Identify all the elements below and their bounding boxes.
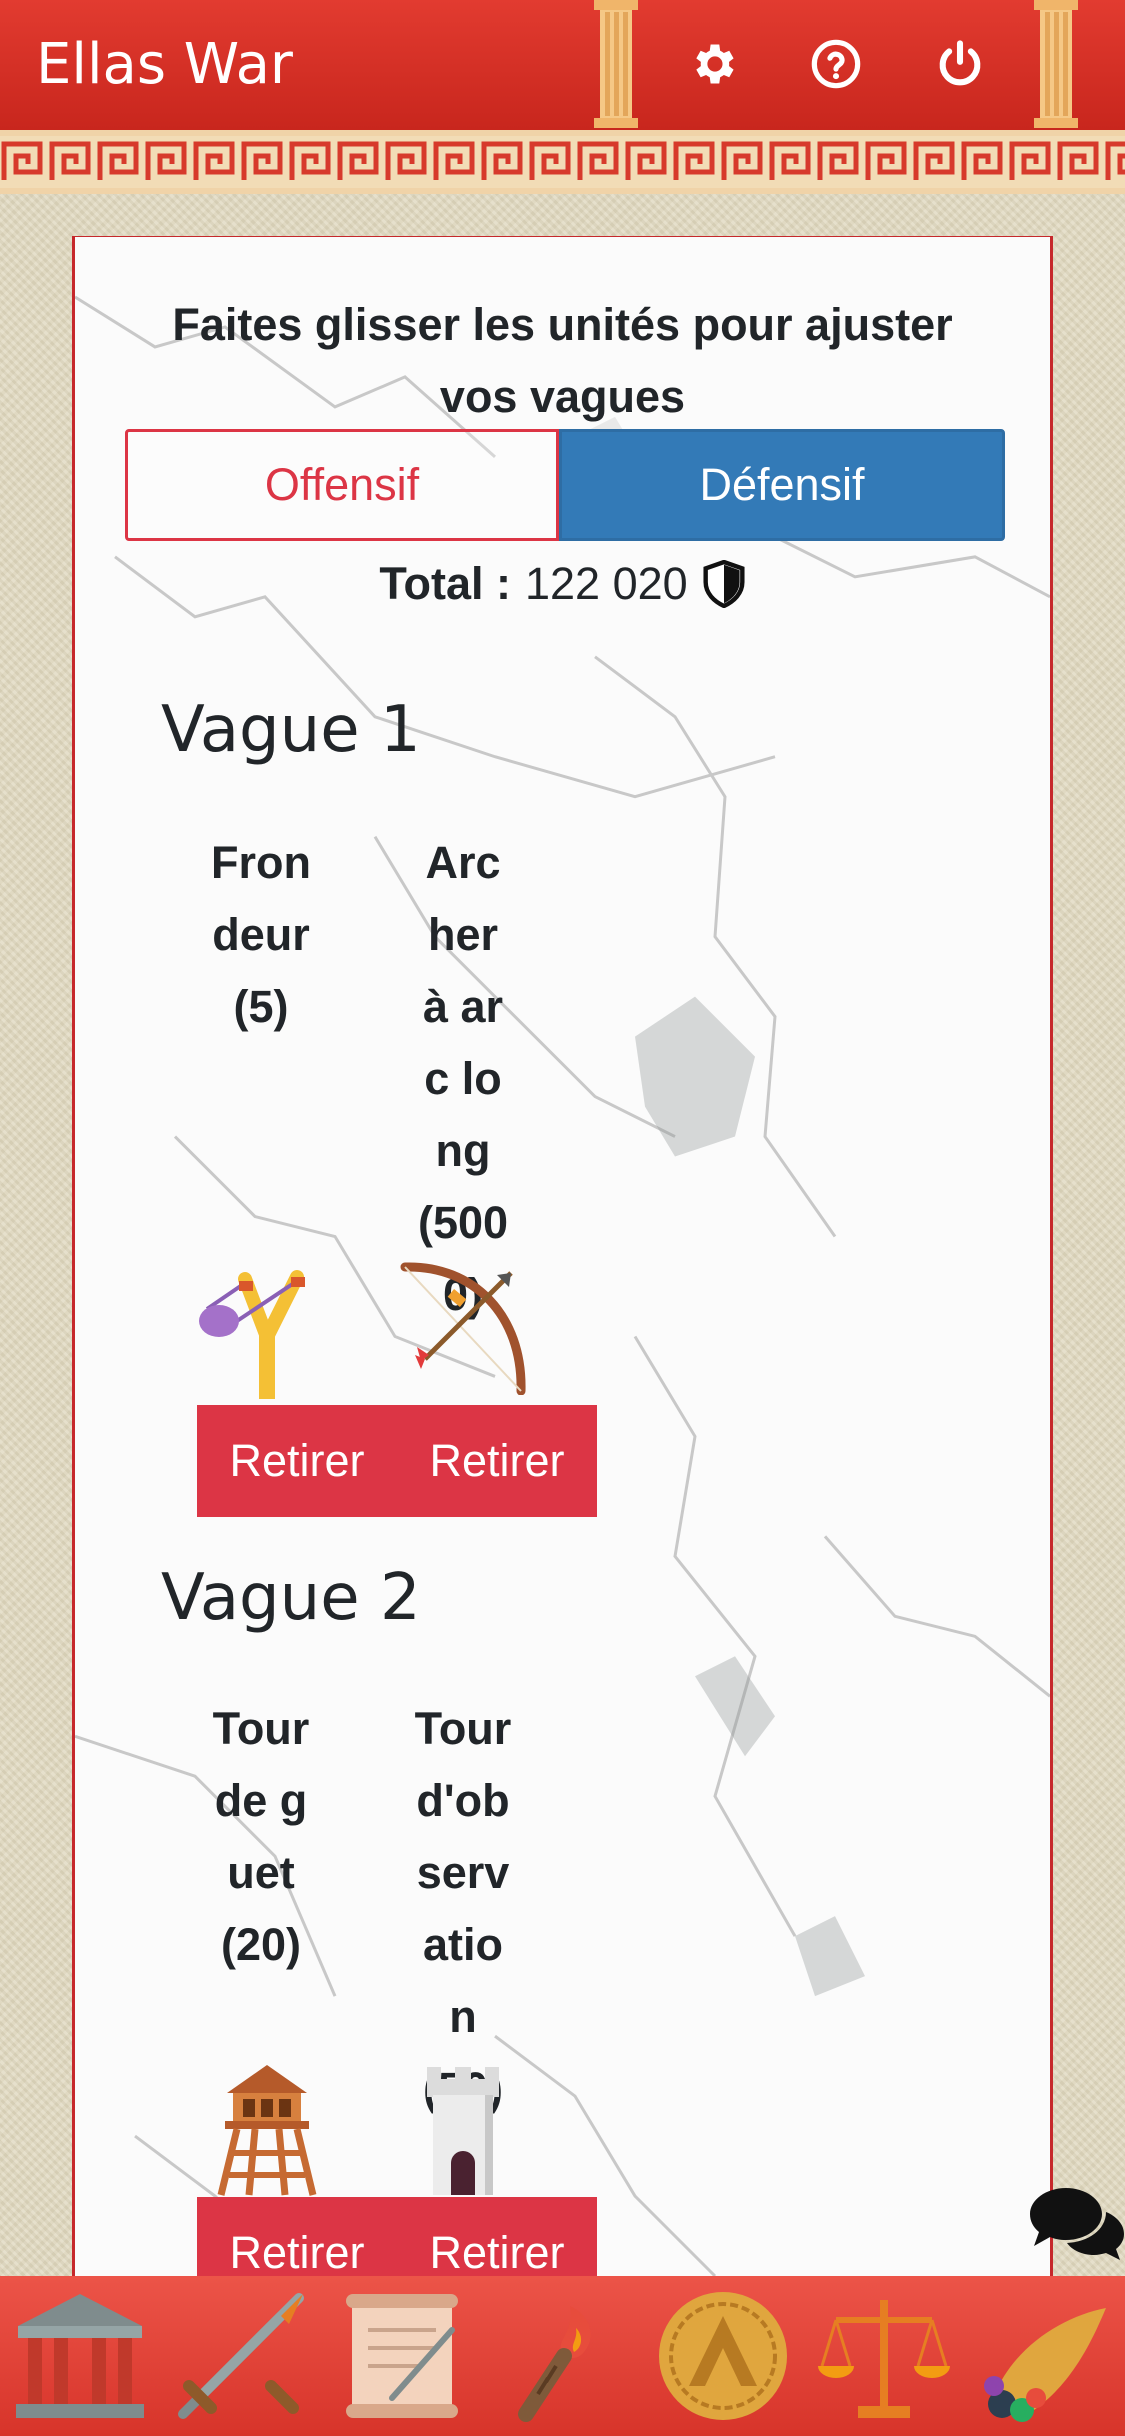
unit-count: (20) [220, 1919, 302, 1970]
nav-trade[interactable] [803, 2276, 964, 2436]
app-title: Ellas War [36, 32, 293, 97]
scales-icon [817, 2300, 950, 2418]
watchtower-icon [217, 2065, 317, 2196]
unit-name: Frondeur (5) [161, 827, 361, 1043]
bottom-navigation [0, 2276, 1125, 2436]
crossed-swords-icon [178, 2293, 305, 2419]
wave-title: Vague 2 [161, 1561, 421, 1635]
unit-name-label: Tour d'observation [414, 1703, 512, 2042]
help-circle-icon [811, 39, 861, 89]
defensive-button[interactable]: Défensif [559, 429, 1005, 541]
remove-unit-button[interactable]: Retirer [397, 2197, 597, 2276]
longbow-icon [400, 1262, 526, 1395]
unit-card[interactable]: Frondeur (5) [161, 827, 361, 1043]
nav-army[interactable] [161, 2276, 322, 2436]
spartan-shield-icon [659, 2292, 788, 2420]
unit-count: (5) [233, 981, 289, 1032]
nav-heroes[interactable] [482, 2276, 643, 2436]
total-summary: Total : 122 020 [75, 549, 1050, 619]
wave-panel: Faites glisser les unités pour ajuster v… [72, 236, 1053, 2276]
help-button[interactable] [806, 34, 866, 94]
wave-title: Vague 1 [161, 693, 421, 767]
nav-resources[interactable] [964, 2276, 1125, 2436]
logout-button[interactable] [930, 34, 990, 94]
chat-button[interactable] [1026, 2182, 1125, 2262]
instructions-text: Faites glisser les unités pour ajuster v… [172, 299, 953, 422]
unit-name-label: Archer à arc long [422, 837, 504, 1176]
scroll-quill-icon [345, 2294, 458, 2418]
offensive-button[interactable]: Offensif [125, 429, 559, 541]
cornucopia-icon [984, 2308, 1107, 2422]
nav-city[interactable] [0, 2276, 161, 2436]
remove-unit-button[interactable]: Retirer [397, 1405, 597, 1517]
unit-name-label: Tour de guet [212, 1703, 310, 1898]
nav-alliance[interactable] [643, 2276, 804, 2436]
total-value: 122 020 [524, 558, 688, 609]
app-header: Ellas War [0, 0, 1125, 130]
nav-messages[interactable] [321, 2276, 482, 2436]
total-label: Total : [379, 558, 511, 609]
temple-icon [16, 2294, 145, 2418]
settings-button[interactable] [683, 34, 743, 94]
torch-icon [518, 2306, 592, 2422]
remove-unit-button[interactable]: Retirer [197, 1405, 397, 1517]
mode-toggle: Offensif Défensif [125, 429, 1005, 541]
power-icon [939, 40, 981, 86]
remove-unit-button[interactable]: Retirer [197, 2197, 397, 2276]
greek-key-border [0, 130, 1125, 194]
stone-tower-icon [427, 2067, 499, 2195]
unit-card[interactable]: Tour de guet (20) [161, 1693, 361, 1981]
unit-name: Tour de guet (20) [161, 1693, 361, 1981]
shield-icon [702, 560, 746, 608]
unit-name-label: Frondeur [211, 837, 311, 960]
gear-icon [696, 44, 734, 84]
slingshot-icon [199, 1270, 305, 1399]
chat-bubbles-icon [1030, 2188, 1124, 2260]
column-pillar-icon [1034, 0, 1078, 128]
column-pillar-icon [594, 0, 638, 128]
